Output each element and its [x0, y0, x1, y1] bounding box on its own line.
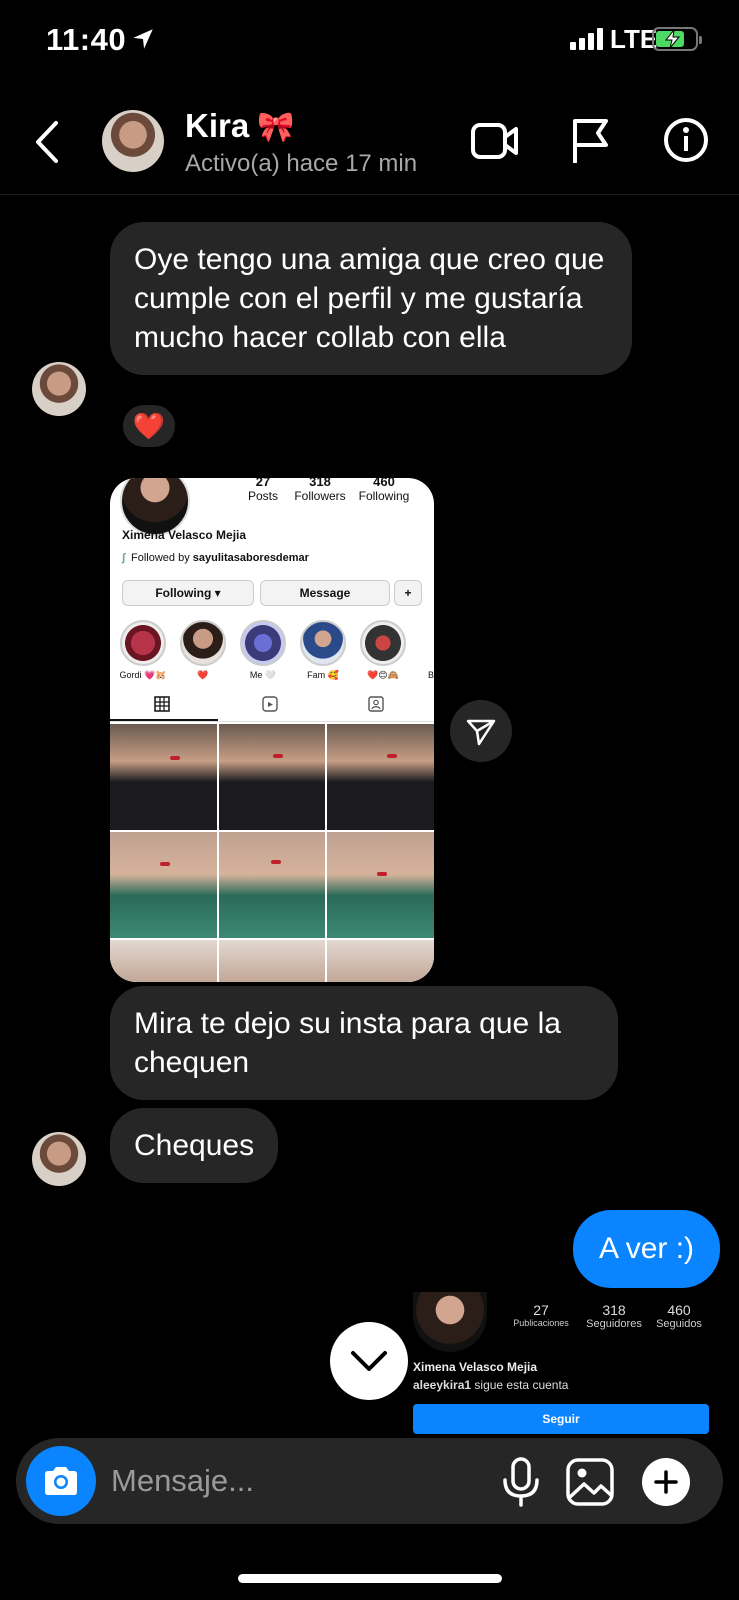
- following-button: Following ▾: [122, 580, 254, 606]
- highlight-label-3: Me 🤍: [249, 670, 277, 680]
- followers-stat: 318 Followers: [294, 478, 346, 503]
- followed-by-line: ∫ Followed by sayulitasaboresdemar: [122, 552, 309, 564]
- camera-icon: [45, 1467, 77, 1495]
- follow-button[interactable]: Seguir: [413, 1404, 709, 1434]
- mutual-icon: ∫: [122, 552, 126, 564]
- home-indicator: [238, 1574, 502, 1583]
- highlight-1: [120, 620, 166, 666]
- add-person-icon: +: [394, 580, 422, 606]
- highlight-3: [240, 620, 286, 666]
- contact-name-text: Kira: [185, 107, 250, 144]
- message-input[interactable]: [111, 1458, 471, 1504]
- heart-reaction[interactable]: ❤️: [120, 402, 178, 450]
- preview-follows-line: aleeykira1 sigue esta cuenta: [413, 1378, 569, 1392]
- gallery-icon[interactable]: [564, 1456, 616, 1508]
- message-composer: [16, 1438, 723, 1524]
- battery-icon: [652, 27, 702, 51]
- message-bubble-outgoing[interactable]: A ver :): [573, 1210, 721, 1288]
- highlight-label-1: Gordi 💗🐹: [119, 670, 167, 680]
- posts-stat: 27 Posts: [247, 478, 278, 503]
- message-text: A ver :): [599, 1232, 695, 1265]
- network-label: LTE: [610, 24, 658, 54]
- chevron-down-icon: [351, 1351, 387, 1371]
- preview-followers-stat: 318 Seguidores: [586, 1302, 642, 1330]
- post-thumbnail: [110, 940, 217, 982]
- sender-avatar[interactable]: [32, 362, 86, 416]
- following-stat: 460 Following: [358, 478, 410, 503]
- profile-preview-card[interactable]: 27 Publicaciones 318 Seguidores 460 Seguido…: [413, 1292, 713, 1434]
- status-bar: 11:40 LTE: [0, 0, 739, 80]
- highlight-5: [360, 620, 406, 666]
- paper-plane-icon: [466, 719, 496, 746]
- message-bubble-incoming[interactable]: Oye tengo una amiga que creo que cumple …: [110, 222, 632, 375]
- highlight-4: [300, 620, 346, 666]
- preview-profile-name: Ximena Velasco Mejia: [413, 1360, 538, 1374]
- plus-icon: [654, 1470, 678, 1494]
- signal-icon: [570, 28, 603, 50]
- video-camera-icon[interactable]: [470, 119, 520, 163]
- post-thumbnail: [327, 832, 434, 938]
- highlight-label-2: ❤️: [197, 670, 209, 680]
- post-thumbnail: [218, 940, 326, 982]
- post-thumbnail: [110, 832, 217, 938]
- message-text: Cheques: [134, 1129, 255, 1162]
- post-thumbnail: [218, 724, 326, 830]
- bow-emoji: 🎀: [257, 111, 295, 144]
- reels-icon: [262, 696, 278, 712]
- profile-tabs: [110, 686, 434, 722]
- message-bubble-incoming[interactable]: Cheques: [110, 1108, 279, 1183]
- preview-profile-picture: [413, 1292, 487, 1352]
- more-options-button[interactable]: [642, 1458, 690, 1506]
- microphone-icon[interactable]: [496, 1456, 546, 1508]
- active-status: Activo(a) hace 17 min: [185, 150, 418, 177]
- highlight-label-6: B: [427, 670, 434, 680]
- grid-icon: [154, 696, 170, 712]
- highlight-label-4: Fam 🥰: [307, 670, 339, 680]
- camera-button[interactable]: [26, 1446, 96, 1516]
- chat-header: Kira 🎀 Activo(a) hace 17 min: [0, 95, 739, 195]
- heart-emoji: ❤️: [132, 410, 166, 441]
- location-arrow-icon: [133, 29, 153, 49]
- active-tab-indicator: [110, 719, 218, 721]
- preview-following-stat: 460 Seguidos: [656, 1302, 702, 1330]
- message-text: Oye tengo una amiga que creo que cumple …: [134, 243, 605, 354]
- message-button: Message: [260, 580, 390, 606]
- message-text: Mira te dejo su insta para que la cheque…: [134, 1007, 561, 1079]
- message-bubble-incoming[interactable]: Mira te dejo su insta para que la cheque…: [110, 986, 618, 1100]
- sender-avatar[interactable]: [32, 1132, 86, 1186]
- shared-profile-name: Ximena Velasco Mejia: [122, 528, 247, 542]
- post-grid: [110, 724, 434, 982]
- post-thumbnail: [327, 940, 434, 982]
- info-icon[interactable]: [663, 117, 709, 163]
- contact-avatar[interactable]: [102, 110, 164, 172]
- highlight-2: [180, 620, 226, 666]
- post-thumbnail: [110, 724, 217, 830]
- scroll-to-bottom-button[interactable]: [330, 1322, 408, 1400]
- tagged-icon: [368, 696, 384, 712]
- post-thumbnail: [218, 832, 326, 938]
- post-thumbnail: [327, 724, 434, 830]
- shared-profile-screenshot[interactable]: 27 Posts 318 Followers 460 Following Ximena…: [110, 478, 434, 982]
- preview-posts-stat: 27 Publicaciones: [513, 1302, 569, 1328]
- back-arrow-icon[interactable]: [30, 117, 66, 167]
- contact-name[interactable]: Kira 🎀: [185, 107, 295, 145]
- flag-icon[interactable]: [570, 117, 612, 165]
- share-button[interactable]: [450, 700, 512, 762]
- clock: 11:40: [46, 22, 127, 57]
